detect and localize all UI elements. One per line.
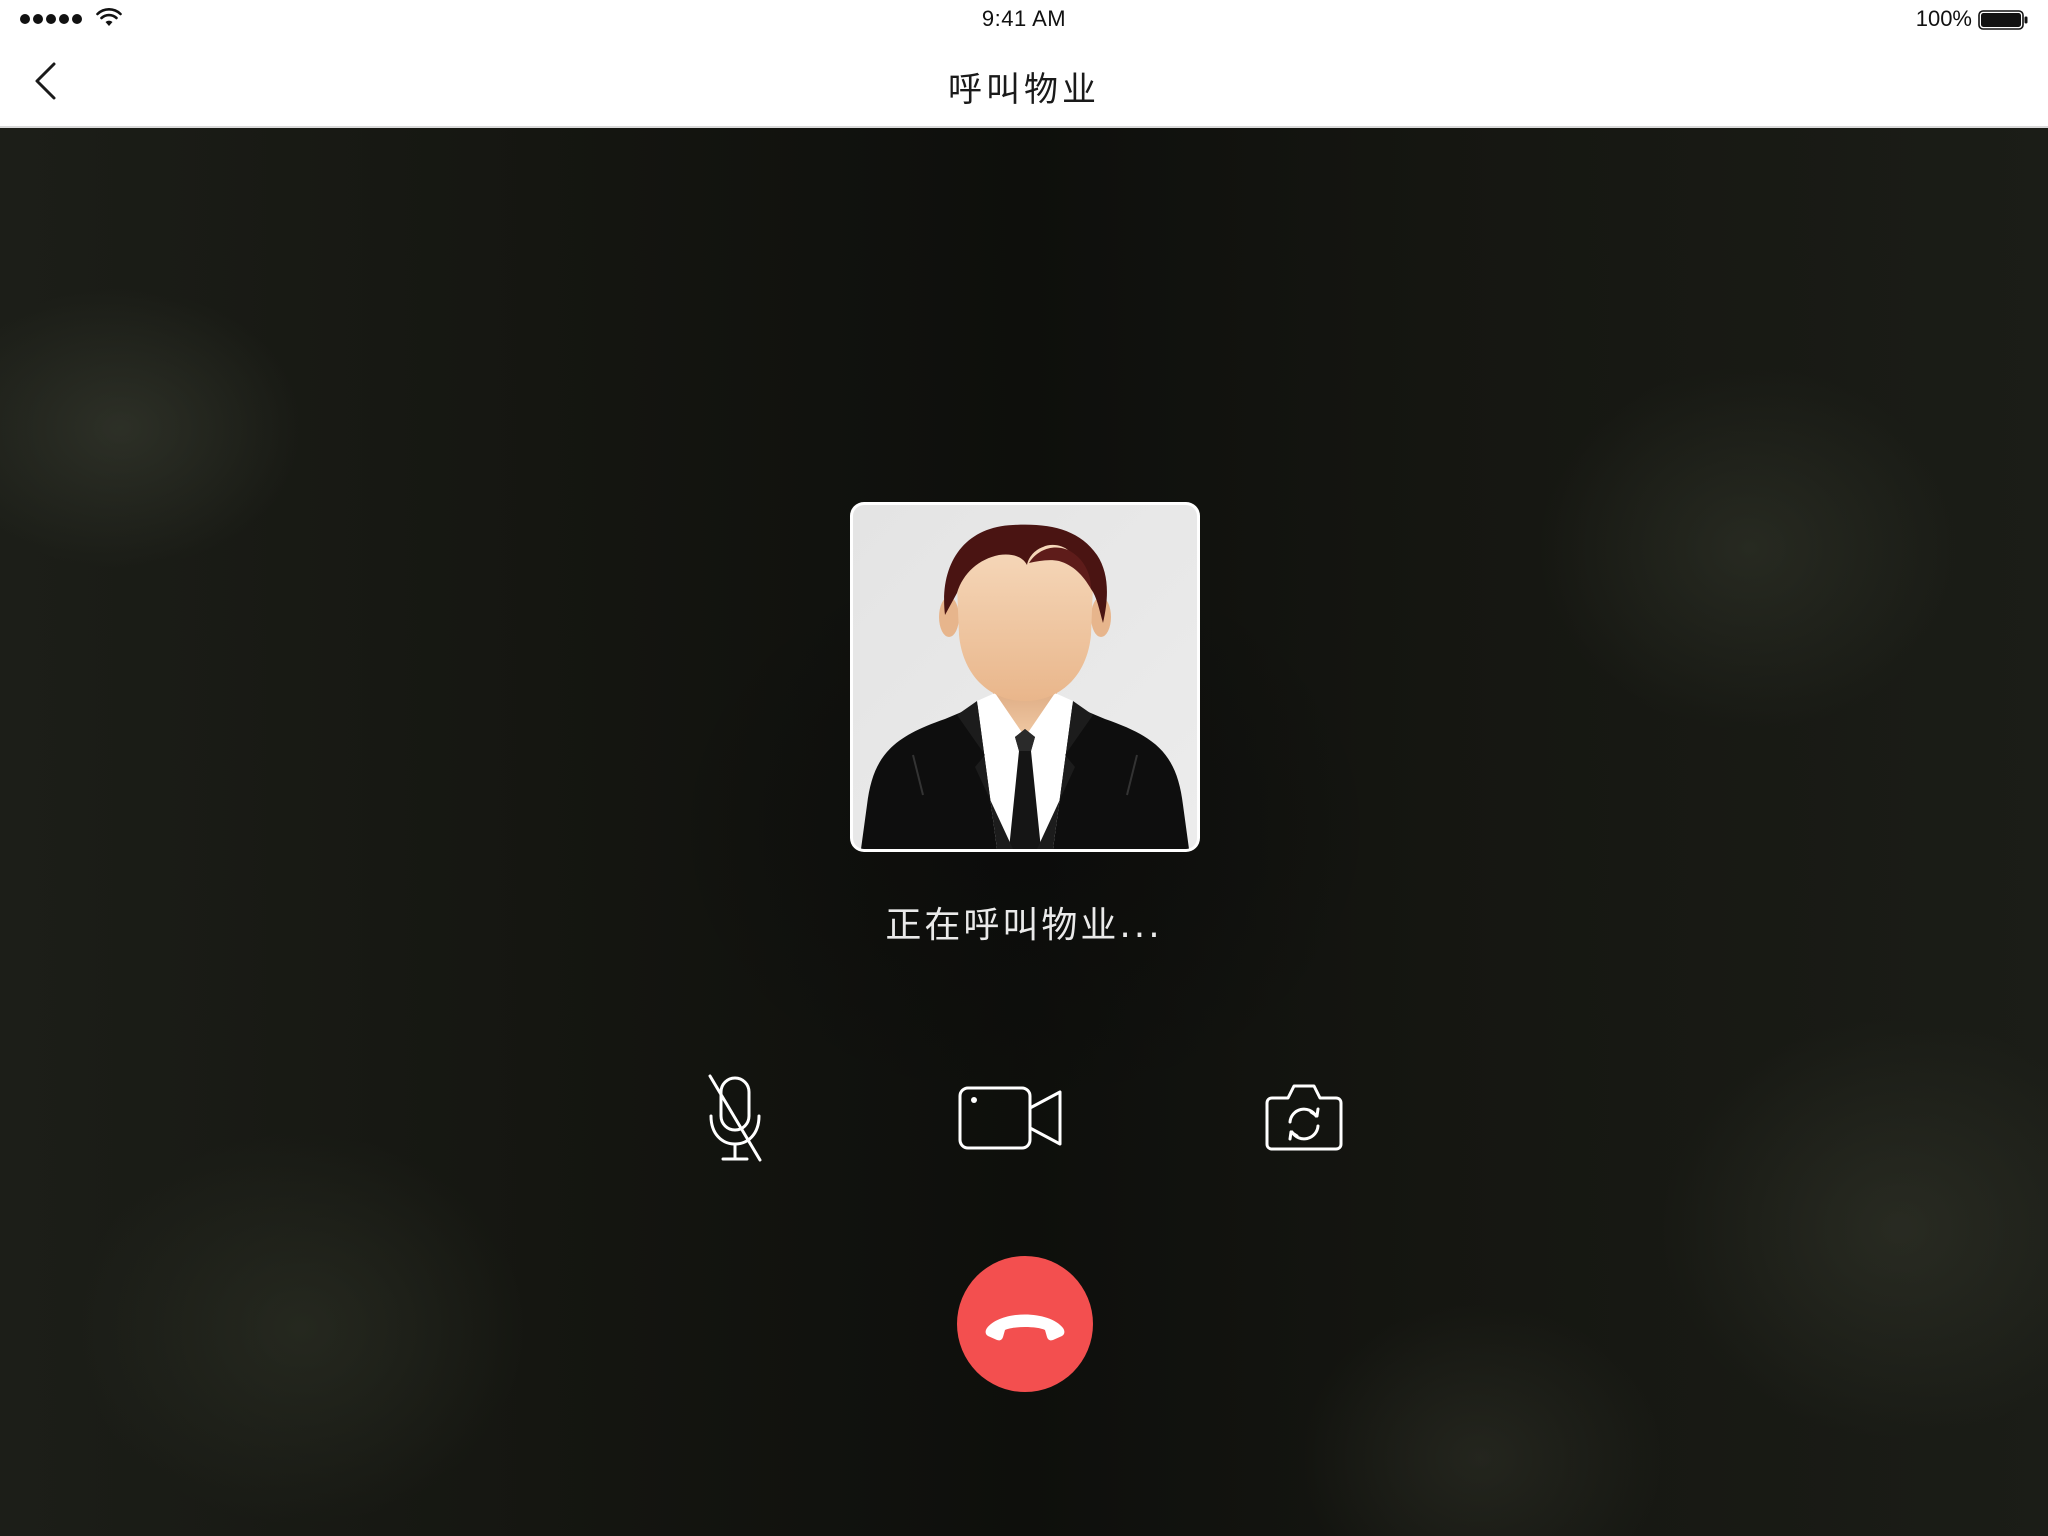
calling-status-text: 正在呼叫物业... (885, 905, 1163, 946)
businessman-avatar (853, 505, 1197, 849)
status-bar: 9:41 AM 100% (0, 0, 2048, 38)
video-camera-icon (958, 1086, 1062, 1150)
hangup-button[interactable] (957, 1256, 1093, 1392)
battery-full-icon (1978, 10, 2028, 30)
avatar (850, 502, 1200, 852)
status-time: 9:41 AM (981, 6, 1067, 31)
video-call-screen: 9:41 AM 100% 呼叫物业 正在呼叫物业... (0, 0, 2048, 1536)
video-toggle-button[interactable] (956, 1080, 1068, 1156)
switch-camera-button[interactable] (1264, 1078, 1344, 1154)
mute-button[interactable] (700, 1072, 770, 1168)
camera-switch-icon (1265, 1084, 1343, 1151)
phone-hangup-icon (985, 1314, 1065, 1341)
battery-percent: 100% (1915, 6, 1972, 31)
page-title: 呼叫物业 (948, 70, 1100, 110)
microphone-off-icon (708, 1074, 762, 1162)
navigation-bar: 呼叫物业 (0, 38, 2048, 128)
